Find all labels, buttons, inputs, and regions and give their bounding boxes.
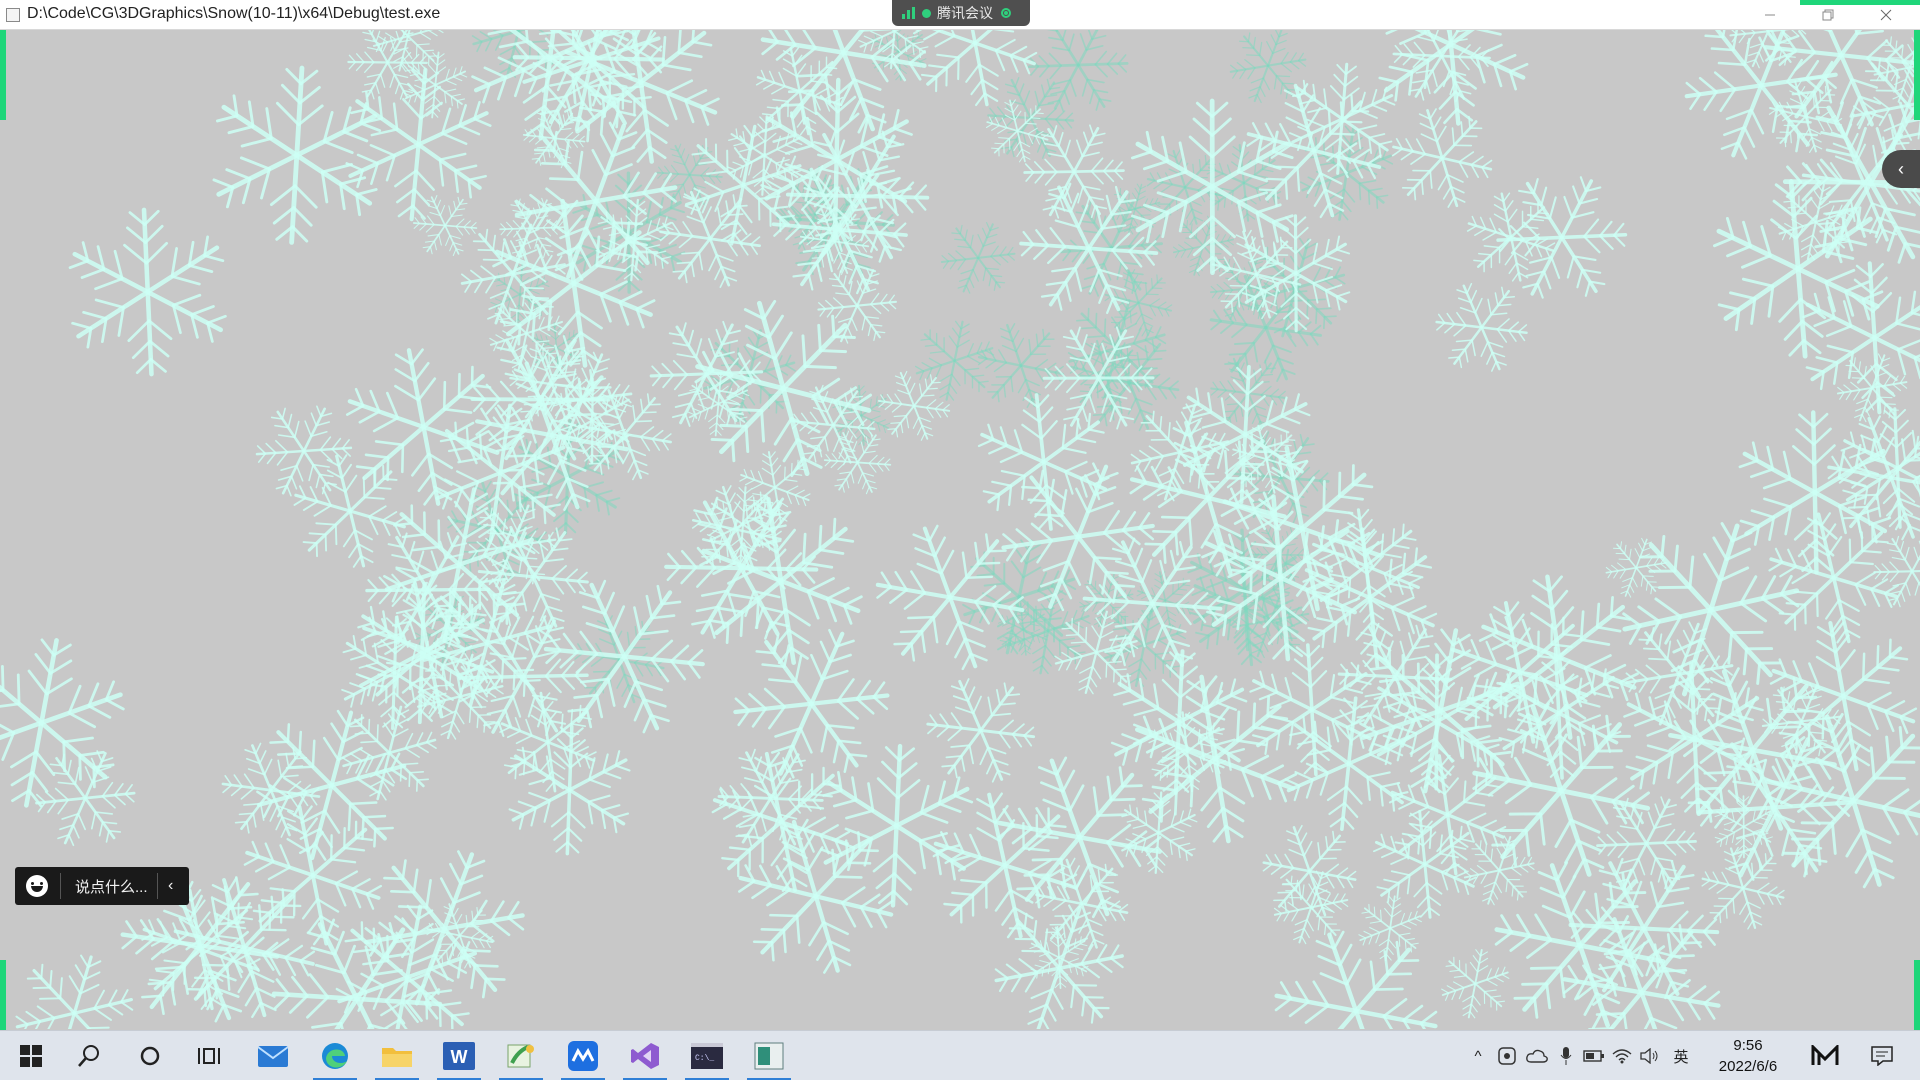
visual-studio-app[interactable] [617,1031,673,1080]
wifi-button[interactable] [1609,1031,1635,1080]
snowflake [1274,930,1438,1029]
volume-icon [1640,1048,1658,1064]
cloud-icon [1526,1049,1548,1063]
tray-overflow-button[interactable]: ^ [1465,1031,1491,1080]
snowflake [1373,653,1500,791]
snowflake [1358,895,1422,961]
battery-icon [1583,1050,1604,1062]
share-frame-corner-tl [0,30,6,120]
snowflake [664,496,819,640]
clock-time: 9:56 [1733,1037,1763,1054]
tencent-meeting-app[interactable] [555,1031,611,1080]
share-frame-corner-tr-h [1800,0,1920,5]
search-icon [78,1045,99,1067]
snowflake [1042,326,1155,430]
snowflake [508,724,631,856]
chevron-up-icon: ^ [1474,1047,1482,1065]
share-frame-corner-tr-v [1914,30,1920,120]
snow-canvas [0,30,1920,1029]
side-panel-toggle[interactable]: ‹ [1882,150,1920,188]
word-icon: W [443,1042,475,1070]
chevron-left-icon[interactable]: ‹ [168,877,173,895]
paint-app[interactable] [493,1031,549,1080]
app-icon [6,8,20,22]
snowflake [1496,176,1628,299]
battery-button[interactable] [1581,1031,1607,1080]
snowflake [68,207,227,377]
minimize-icon [1765,14,1775,15]
emoji-icon[interactable] [26,875,48,897]
snowflake [977,323,1064,409]
minimize-button[interactable] [1741,0,1799,29]
terminal-icon: C:\_ [691,1043,723,1069]
visual-studio-icon [631,1043,659,1069]
volume-button[interactable] [1637,1031,1663,1080]
snowflake [926,678,1036,783]
chat-divider [60,873,61,899]
ime-label: 英 [1673,1048,1689,1066]
restore-icon [1822,9,1834,20]
snowflake [717,748,824,848]
wifi-icon [1612,1049,1632,1064]
meeting-status-pill[interactable]: 腾讯会议 [892,0,1030,26]
snowflake [914,320,995,401]
chevron-left-icon: ‹ [1898,158,1904,179]
mail-app[interactable] [245,1031,301,1080]
folder-icon [382,1048,412,1067]
test-app[interactable] [741,1031,797,1080]
file-explorer-app[interactable] [369,1031,425,1080]
start-button[interactable] [3,1031,59,1080]
close-icon [1880,9,1892,20]
microphone-icon [1560,1047,1572,1065]
network-app-icon [1498,1047,1516,1065]
snowflake [875,524,1025,671]
snowflake [1391,108,1493,208]
snowflake [1054,610,1139,695]
snowflake [1463,835,1535,906]
edge-app[interactable] [307,1031,363,1080]
search-button[interactable] [61,1031,117,1080]
task-view-icon [198,1048,220,1064]
signal-bars-icon [902,7,918,19]
tray-app-icon[interactable] [1493,1031,1521,1080]
word-app[interactable]: W [431,1031,487,1080]
snowflake [940,222,1016,294]
recording-icon [1001,8,1011,18]
snowflake [1441,949,1510,1019]
snowflake [35,750,136,847]
m-logo-icon [1811,1045,1839,1065]
notification-center-button[interactable] [1862,1031,1902,1080]
clock-date: 2022/6/6 [1718,1058,1778,1075]
edge-icon [322,1043,348,1069]
cortana-button[interactable] [122,1031,178,1080]
meeting-icon [568,1041,598,1071]
meeting-tray-app[interactable] [1800,1031,1850,1080]
chat-divider-2 [157,873,158,899]
ime-button[interactable]: 英 [1667,1031,1695,1080]
mail-icon [257,1046,289,1067]
chat-input-box[interactable]: 说点什么... ‹ [15,867,189,905]
notification-icon [1871,1046,1893,1066]
snowflake [1262,824,1357,918]
windows-icon [20,1045,42,1067]
paint-icon [507,1044,534,1068]
chat-placeholder[interactable]: 说点什么... [75,876,155,897]
snowflake [15,954,134,1029]
task-view-button[interactable] [182,1031,238,1080]
snowflake [760,30,927,134]
snowflake [1435,282,1528,372]
cortana-icon [140,1046,160,1066]
taskbar: W C:\_ ^ 英 9:56 2022/6/6 [0,1030,1920,1080]
clock[interactable]: 9:56 2022/6/6 [1700,1035,1796,1077]
onedrive-button[interactable] [1523,1031,1551,1080]
snowflake [1738,410,1892,575]
window-title: D:\Code\CG\3DGraphics\Snow(10-11)\x64\De… [27,5,441,22]
mic-status-dot [922,8,931,18]
app-window-icon [754,1042,784,1070]
terminal-app[interactable]: C:\_ [679,1031,735,1080]
snowflake [932,792,1078,939]
snowflake [1769,621,1918,772]
meeting-label: 腾讯会议 [937,5,993,21]
microphone-button[interactable] [1553,1031,1579,1080]
